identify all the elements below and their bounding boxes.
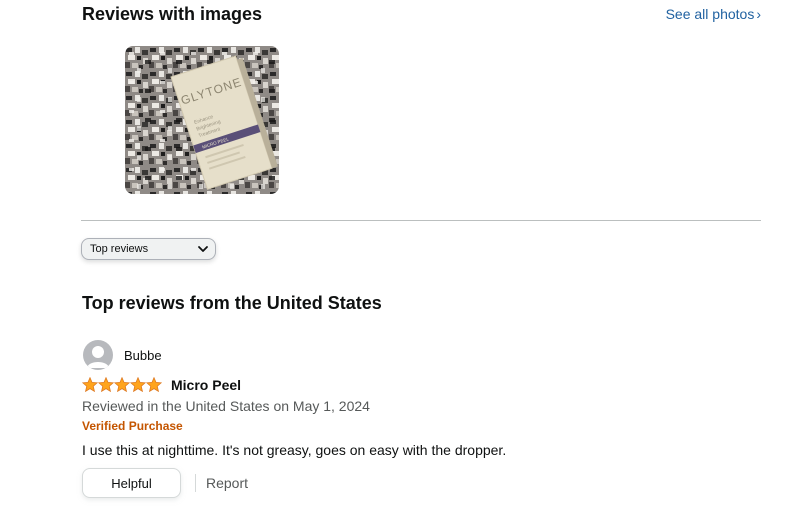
star-rating[interactable] (82, 377, 162, 392)
star-icon (82, 377, 98, 392)
chevron-right-icon: › (756, 6, 761, 22)
top-reviews-heading: Top reviews from the United States (82, 293, 382, 313)
sort-reviews-dropdown[interactable]: Top reviews (81, 238, 216, 260)
action-separator (195, 474, 196, 492)
verified-purchase-badge: Verified Purchase (82, 419, 183, 433)
review-photo: GLYTONE Enhance Brightening Treatment MI… (125, 46, 279, 194)
section-divider (81, 220, 761, 221)
reviewer-avatar[interactable] (83, 340, 113, 370)
see-all-photos-link[interactable]: See all photos › (666, 6, 761, 22)
reviews-with-images-heading: Reviews with images (82, 4, 263, 24)
review-title[interactable]: Micro Peel (171, 377, 241, 393)
star-icon (114, 377, 130, 392)
review-body: I use this at nighttime. It's not greasy… (82, 442, 507, 458)
review-image-thumbnail[interactable]: GLYTONE Enhance Brightening Treatment MI… (125, 46, 279, 194)
star-icon (98, 377, 114, 392)
sort-selected-value: Top reviews (90, 243, 149, 255)
user-silhouette-icon (87, 346, 109, 368)
see-all-photos-label: See all photos (665, 6, 755, 22)
review-date: Reviewed in the United States on May 1, … (82, 398, 370, 414)
star-icon (130, 377, 146, 392)
star-icon (146, 377, 162, 392)
chevron-down-icon (198, 246, 208, 252)
report-link[interactable]: Report (206, 475, 248, 491)
helpful-button[interactable]: Helpful (82, 468, 181, 498)
reviewer-name[interactable]: Bubbe (124, 348, 162, 363)
